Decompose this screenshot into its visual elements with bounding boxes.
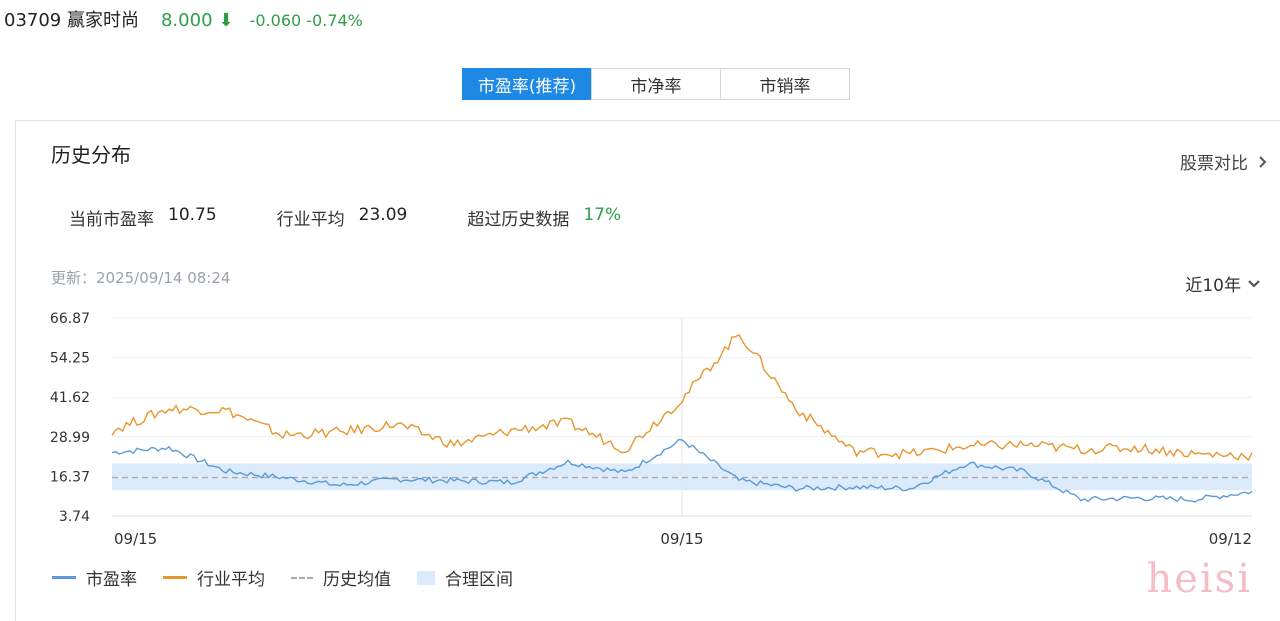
legend-item-pe[interactable]: 市盈率 [52, 565, 137, 590]
legend-swatch [291, 576, 313, 579]
stat-percentile: 超过历史数据 17% [467, 205, 621, 230]
update-time: 更新：2025/09/14 08:24 [51, 269, 231, 287]
legend-item-band[interactable]: 合理区间 [417, 565, 513, 590]
stat-industry-avg: 行业平均 23.09 [277, 205, 408, 230]
y-tick-label: 41.62 [50, 390, 90, 406]
y-tick-label: 16.37 [50, 469, 90, 485]
legend-label: 行业平均 [197, 570, 265, 590]
y-tick-label: 28.99 [50, 430, 90, 446]
stat-value: 17% [583, 205, 622, 225]
stat-current-pe: 当前市盈率 10.75 [69, 205, 217, 230]
legend-label: 历史均值 [323, 570, 391, 590]
y-tick-label: 3.74 [59, 509, 90, 525]
metric-tabs: 市盈率(推荐) 市净率 市销率 [462, 68, 850, 100]
chevron-right-icon [1259, 155, 1267, 168]
compare-label: 股票对比 [1180, 154, 1248, 174]
card-title: 历史分布 [51, 143, 131, 167]
chevron-down-icon [1248, 279, 1260, 288]
tab-ps[interactable]: 市销率 [720, 68, 850, 100]
legend-item-mean[interactable]: 历史均值 [291, 565, 391, 590]
tab-pb[interactable]: 市净率 [591, 68, 721, 100]
stock-price: 8.000 [160, 10, 213, 31]
legend-swatch [52, 576, 76, 579]
x-tick-label: 09/15 [114, 530, 157, 548]
pe-history-chart: 66.87 54.25 41.62 28.99 16.37 3.74 09/15 09/15 0… [50, 311, 1253, 548]
chart-legend: 市盈率 行业平均 历史均值 合理区间 [52, 565, 513, 590]
legend-item-industry[interactable]: 行业平均 [163, 565, 265, 590]
y-tick-label: 66.87 [50, 311, 90, 327]
stat-label: 当前市盈率 [69, 210, 154, 230]
legend-swatch [417, 570, 435, 585]
stats-row: 当前市盈率 10.75 行业平均 23.09 超过历史数据 17% [69, 205, 681, 230]
x-tick-label: 09/12 [1209, 530, 1252, 548]
range-label: 近10年 [1185, 276, 1241, 296]
stock-compare-link[interactable]: 股票对比 [1180, 149, 1268, 174]
watermark-logo: heisi [1146, 556, 1252, 602]
stock-header: 03709 赢家时尚 8.000 ⬇ -0.060 -0.74% [4, 6, 363, 31]
x-tick-label: 09/15 [660, 530, 703, 548]
legend-swatch [163, 576, 187, 579]
y-tick-label: 54.25 [50, 351, 90, 367]
tab-pe[interactable]: 市盈率(推荐) [462, 68, 592, 100]
range-select[interactable]: 近10年 [1185, 271, 1261, 296]
arrow-down-icon: ⬇ [218, 10, 234, 31]
stat-label: 超过历史数据 [467, 210, 570, 230]
stat-label: 行业平均 [276, 210, 345, 230]
stat-value: 10.75 [168, 205, 217, 225]
stat-value: 23.09 [358, 205, 408, 225]
legend-label: 合理区间 [445, 570, 513, 590]
stock-code-name: 03709 赢家时尚 [4, 10, 139, 31]
stock-change: -0.060 -0.74% [249, 11, 363, 30]
legend-label: 市盈率 [86, 570, 137, 590]
